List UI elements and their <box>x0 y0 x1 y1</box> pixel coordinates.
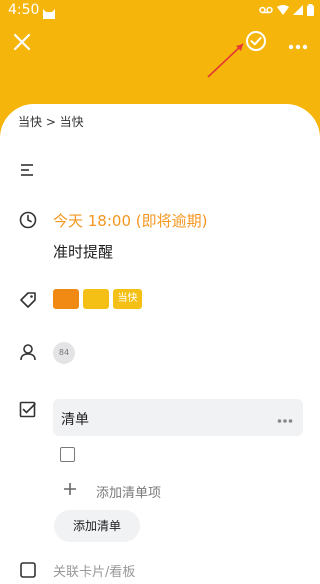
checklist-item-checkbox[interactable] <box>60 447 75 462</box>
more-icon <box>288 35 308 54</box>
status-bar: 4:50 <box>0 0 320 24</box>
label-chip[interactable]: 当快 <box>113 289 142 309</box>
member-avatar[interactable]: 84 <box>53 342 75 364</box>
status-icons <box>259 4 314 16</box>
checklist-icon <box>18 400 38 420</box>
more-icon[interactable] <box>277 409 293 428</box>
partial-row-label[interactable]: 关联卡片/看板 <box>53 561 135 580</box>
checklist-header[interactable]: 清单 <box>53 399 303 436</box>
breadcrumb[interactable]: 当快 > 当快 <box>18 113 84 130</box>
due-date[interactable]: 今天 18:00 (即将逾期) <box>53 210 207 231</box>
close-icon <box>13 33 31 55</box>
link-icon <box>18 560 38 580</box>
reminder-setting[interactable]: 准时提醒 <box>53 241 113 262</box>
description-icon[interactable] <box>18 160 38 180</box>
label-chip[interactable] <box>83 289 109 309</box>
tag-icon <box>18 290 38 310</box>
more-options-button[interactable] <box>280 26 316 62</box>
check-circle-icon <box>245 30 267 56</box>
card-detail-panel <box>0 104 320 584</box>
clock-icon <box>18 210 38 230</box>
signal-icon <box>293 5 303 15</box>
add-checklist-button[interactable]: 添加清单 <box>54 510 140 542</box>
annotation-arrow <box>207 43 244 78</box>
notification-cat-icon <box>42 5 56 24</box>
battery-icon <box>307 4 314 16</box>
wifi-icon <box>277 5 289 15</box>
status-time: 4:50 <box>8 2 40 18</box>
close-button[interactable] <box>4 26 40 62</box>
plus-icon[interactable] <box>62 481 78 501</box>
voicemail-icon <box>259 5 273 15</box>
top-bar <box>0 24 320 64</box>
user-icon <box>18 342 38 362</box>
checklist-title: 清单 <box>61 412 89 428</box>
add-checklist-item[interactable]: 添加清单项 <box>96 482 161 501</box>
label-chip[interactable] <box>53 289 79 309</box>
